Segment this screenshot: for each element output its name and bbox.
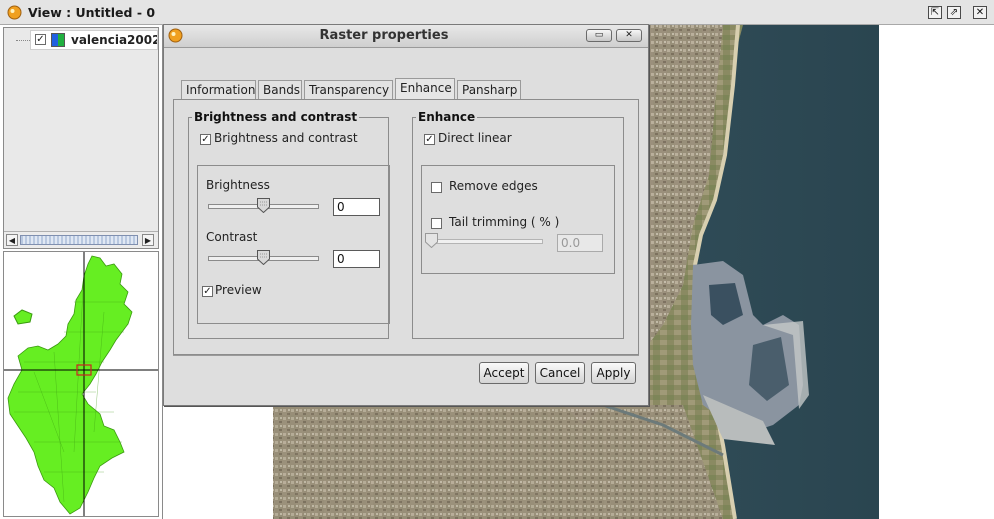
brightness-contrast-checkbox[interactable]: ✓ — [200, 134, 211, 145]
scroll-thumb[interactable] — [20, 235, 138, 245]
tail-trimming-slider-thumb[interactable] — [425, 233, 438, 248]
enhance-tab-panel: Brightness and contrast ✓ Brightness and… — [173, 99, 639, 355]
apply-button[interactable]: Apply — [591, 362, 636, 384]
view-title: View : Untitled - 0 — [28, 5, 156, 20]
close-button[interactable]: ✕ — [616, 29, 642, 42]
contrast-label: Contrast — [206, 230, 258, 244]
dialog-title: Raster properties — [319, 28, 449, 43]
preview-checkbox[interactable]: ✓ — [202, 286, 213, 297]
locator-map[interactable] — [3, 251, 159, 517]
preview-checkbox-label: Preview — [215, 283, 262, 297]
tab-pansharp[interactable]: Pansharp — [457, 80, 521, 99]
brightness-label: Brightness — [206, 178, 270, 192]
raster-properties-dialog: Raster properties ▭ ✕ Information Bands … — [163, 24, 649, 406]
valencia-region-map — [4, 252, 158, 516]
view-titlebar: View : Untitled - 0 ⇱ ⇗ ✕ — [0, 0, 994, 25]
tab-bands[interactable]: Bands — [258, 80, 302, 99]
brightness-contrast-checkbox-label: Brightness and contrast — [214, 131, 358, 145]
tail-trimming-slider[interactable] — [432, 239, 543, 244]
tail-trimming-checkbox-label: Tail trimming ( % ) — [449, 215, 560, 229]
enhance-group-title: Enhance — [416, 110, 478, 124]
gvsig-app-icon — [7, 5, 22, 20]
tab-information[interactable]: Information — [181, 80, 256, 99]
tab-enhance[interactable]: Enhance — [395, 78, 455, 100]
remove-edges-checkbox-label: Remove edges — [449, 179, 538, 193]
layer-name: valencia2002.ecw — [71, 33, 157, 47]
toc-horizontal-scrollbar[interactable]: ◀ ▶ — [4, 231, 158, 248]
restore-button[interactable]: ⇱ — [928, 6, 942, 19]
accept-button[interactable]: Accept — [479, 362, 529, 384]
dialog-titlebar[interactable]: Raster properties ▭ ✕ — [164, 25, 648, 48]
tail-trimming-checkbox[interactable] — [431, 218, 442, 229]
minimize-button[interactable]: ▭ — [586, 29, 612, 42]
contrast-value-field[interactable]: 0 — [333, 250, 380, 268]
brightness-slider-thumb[interactable] — [257, 198, 270, 213]
toc-tree: ✓ valencia2002.ecw — [4, 28, 158, 230]
remove-edges-checkbox[interactable] — [431, 182, 442, 193]
layer-item[interactable]: ✓ valencia2002.ecw — [30, 30, 158, 50]
direct-linear-checkbox-label: Direct linear — [438, 131, 512, 145]
separator — [173, 355, 639, 356]
tree-connector — [16, 40, 30, 41]
direct-linear-checkbox[interactable]: ✓ — [424, 134, 435, 145]
scroll-right-button[interactable]: ▶ — [142, 234, 154, 246]
maximize-button[interactable]: ⇗ — [947, 6, 961, 19]
raster-layer-icon — [51, 33, 65, 47]
tail-trimming-value-field[interactable]: 0.0 — [557, 234, 603, 252]
layer-visibility-checkbox[interactable]: ✓ — [35, 34, 46, 45]
cancel-button[interactable]: Cancel — [535, 362, 585, 384]
tab-transparency[interactable]: Transparency — [304, 80, 393, 99]
brightness-contrast-group-title: Brightness and contrast — [192, 110, 360, 124]
contrast-slider-thumb[interactable] — [257, 250, 270, 265]
brightness-value-field[interactable]: 0 — [333, 198, 380, 216]
table-of-contents: ✓ valencia2002.ecw ◀ ▶ — [3, 27, 159, 249]
close-button[interactable]: ✕ — [973, 6, 987, 19]
scroll-left-button[interactable]: ◀ — [6, 234, 18, 246]
